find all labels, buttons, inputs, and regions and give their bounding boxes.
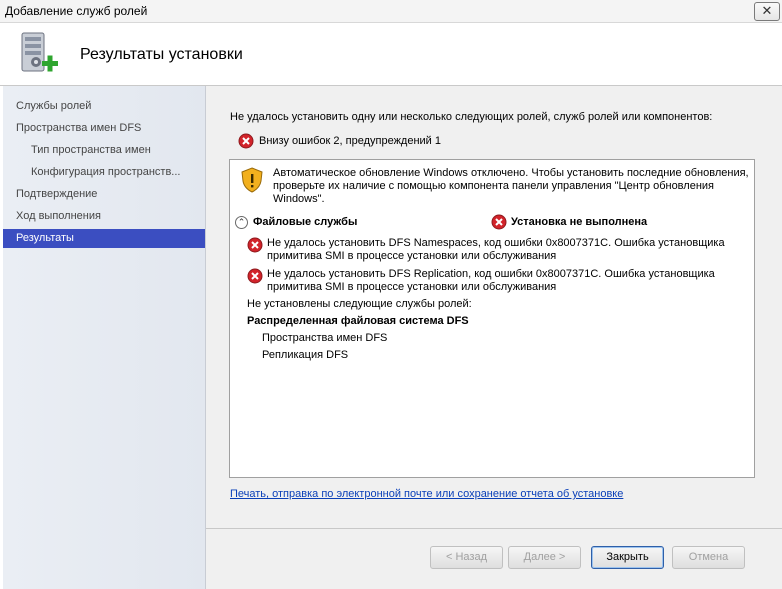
close-window-button[interactable]: ✕: [754, 2, 780, 21]
nav-item-confirmation[interactable]: Подтверждение: [3, 185, 205, 204]
summary-text: Внизу ошибок 2, предупреждений 1: [259, 135, 442, 147]
close-button[interactable]: Закрыть: [591, 546, 664, 569]
error-icon: [247, 268, 263, 284]
warning-text: Автоматическое обновление Windows отключ…: [273, 167, 749, 205]
collapse-chevron-icon[interactable]: ⌃: [235, 216, 248, 229]
divider: [206, 528, 782, 529]
nav-item-dfs-namespaces[interactable]: Пространства имен DFS: [3, 119, 205, 138]
nav-item-namespace-config[interactable]: Конфигурация пространств...: [3, 163, 205, 182]
nav-item-namespace-type[interactable]: Тип пространства имен: [3, 141, 205, 160]
role-service-item: Пространства имен DFS: [262, 332, 388, 344]
nav-item-label: Службы ролей: [16, 100, 92, 112]
next-button[interactable]: Далее >: [508, 546, 581, 569]
wizard-steps-panel: Службы ролей Пространства имен DFS Тип п…: [3, 86, 206, 589]
back-button[interactable]: < Назад: [430, 546, 503, 569]
role-group-title: Распределенная файловая система DFS: [247, 315, 469, 327]
server-add-icon: [21, 32, 58, 72]
close-icon: ✕: [761, 3, 773, 18]
window-title: Добавление служб ролей: [5, 4, 148, 18]
error-icon: [247, 237, 263, 253]
nav-item-label: Тип пространства имен: [31, 144, 151, 156]
nav-item-label: Ход выполнения: [16, 210, 101, 222]
nav-item-label: Подтверждение: [16, 188, 98, 200]
error-text: Не удалось установить DFS Replication, к…: [267, 268, 715, 293]
nav-item-label: Результаты: [16, 232, 74, 244]
main-content: Не удалось установить одну или несколько…: [206, 86, 782, 589]
role-service-item: Репликация DFS: [262, 349, 349, 361]
error-icon: [491, 214, 507, 230]
nav-item-results[interactable]: Результаты: [3, 229, 205, 248]
shield-warning-icon: [241, 167, 263, 193]
page-title: Результаты установки: [80, 46, 243, 63]
nav-item-label: Пространства имен DFS: [16, 122, 142, 134]
nav-item-progress[interactable]: Ход выполнения: [3, 207, 205, 226]
nav-item-role-services[interactable]: Службы ролей: [3, 97, 205, 116]
section-status: Установка не выполнена: [511, 216, 648, 228]
section-title: Файловые службы: [253, 216, 358, 228]
cancel-button[interactable]: Отмена: [672, 546, 745, 569]
intro-text: Не удалось установить одну или несколько…: [230, 111, 713, 123]
error-text: Не удалось установить DFS Namespaces, ко…: [267, 237, 725, 262]
error-icon: [238, 133, 254, 149]
results-box[interactable]: Автоматическое обновление Windows отключ…: [229, 159, 755, 478]
nav-item-label: Конфигурация пространств...: [31, 166, 181, 178]
wizard-header: Результаты установки: [0, 23, 782, 86]
section-file-services: ⌃ Файловые службы Установка не выполнена: [235, 214, 750, 233]
not-installed-label: Не установлены следующие службы ролей:: [247, 298, 472, 310]
title-bar: Добавление служб ролей ✕: [0, 0, 782, 23]
report-link[interactable]: Печать, отправка по электронной почте ил…: [230, 488, 623, 500]
